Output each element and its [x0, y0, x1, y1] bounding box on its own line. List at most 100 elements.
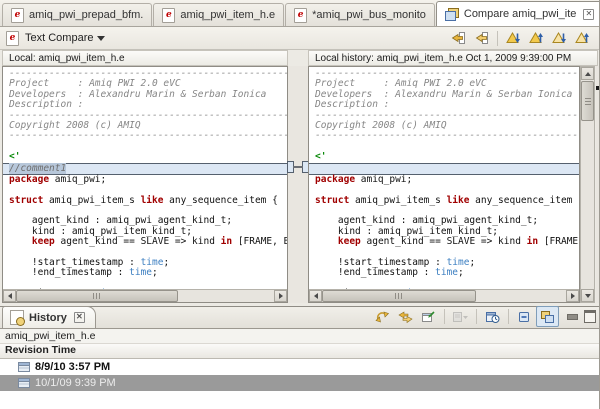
editor-tab-compare-active[interactable]: Compare amiq_pwi_ite ✕ [435, 1, 599, 26]
diff-connector-strip [287, 66, 309, 303]
chevron-down-icon[interactable] [97, 36, 106, 45]
code-line: <' [9, 151, 21, 163]
right-horizontal-scrollbar[interactable] [309, 289, 579, 302]
revision-time: 8/9/10 3:57 PM [35, 361, 111, 373]
date-format-icon [486, 311, 500, 323]
maximize-icon[interactable] [584, 310, 596, 323]
collapse-all-button[interactable] [513, 306, 536, 327]
code-line: ----------------------------------------… [9, 130, 287, 142]
previous-difference-icon [529, 32, 543, 43]
editor-tab-label: amiq_pwi_prepad_bfm. [29, 9, 144, 21]
code-line: !end_timestamp : time; [9, 267, 158, 279]
compare-toolbar-buttons [447, 28, 594, 49]
minimize-icon[interactable] [567, 313, 578, 320]
history-row[interactable]: 8/9/10 3:57 PM [0, 359, 599, 375]
code-line: keep agent_kind == SLAVE => kind in [FRA… [337, 236, 579, 248]
copy-current-right-to-left-icon [475, 32, 488, 44]
scrollbar-thumb[interactable] [322, 290, 476, 302]
toolbar-separator [497, 30, 498, 46]
scroll-up-icon[interactable] [581, 67, 594, 80]
toolbar-separator [508, 309, 509, 324]
editor-tab-bar: e amiq_pwi_prepad_bfm. e amiq_pwi_item_h… [0, 0, 599, 27]
right-pane-header: Local history: amiq_pwi_item_h.e Oct 1, … [308, 50, 598, 66]
editor-tab-label: *amiq_pwi_bus_monito [312, 9, 426, 21]
e-file-icon: e [11, 7, 24, 23]
copy-all-right-to-left-icon [451, 32, 465, 44]
eclipse-window: e amiq_pwi_prepad_bfm. e amiq_pwi_item_h… [0, 0, 600, 409]
scrollbar-thumb[interactable] [16, 290, 178, 302]
history-rows: 8/9/10 3:57 PM 10/1/09 9:39 PM [0, 359, 599, 391]
left-horizontal-scrollbar[interactable] [3, 289, 287, 302]
editor-tab-bus-monitor[interactable]: e *amiq_pwi_bus_monito [285, 3, 435, 26]
right-pane-code[interactable]: ----------------------------------------… [309, 67, 579, 290]
history-view-icon [10, 310, 25, 326]
history-tab-bar: History ✕ [0, 306, 599, 329]
history-tab[interactable]: History ✕ [2, 306, 96, 328]
compare-mode-icon [541, 310, 554, 323]
right-compare-pane[interactable]: ----------------------------------------… [308, 66, 580, 303]
previous-difference-button[interactable] [525, 28, 548, 49]
revision-icon [18, 378, 30, 388]
diff-overview-mark[interactable] [596, 86, 599, 90]
next-change-icon [552, 32, 566, 43]
code-line: !end_timestamp : time; [315, 267, 464, 279]
next-difference-icon [506, 32, 520, 43]
e-file-icon: e [162, 7, 176, 23]
scroll-down-icon[interactable] [581, 289, 594, 302]
code-line: package amiq_pwi; [9, 173, 107, 185]
next-difference-button[interactable] [502, 28, 525, 49]
previous-change-button[interactable] [571, 28, 594, 49]
revision-time-column-header[interactable]: Revision Time [0, 344, 599, 359]
previous-change-icon [575, 32, 589, 43]
compare-editor-icon [444, 7, 459, 21]
editor-tab-item-h[interactable]: e amiq_pwi_item_h.e [153, 3, 285, 26]
link-with-editor-button[interactable] [394, 306, 417, 327]
left-pane-code[interactable]: ----------------------------------------… [3, 67, 287, 290]
history-row[interactable]: 10/1/09 9:39 PM [0, 375, 599, 391]
copy-all-right-to-left-button[interactable] [447, 28, 470, 49]
scroll-left-icon[interactable] [309, 290, 322, 302]
close-view-icon[interactable]: ✕ [73, 312, 85, 323]
scroll-left-icon[interactable] [3, 290, 16, 302]
pin-view-icon [422, 310, 435, 322]
scroll-right-icon[interactable] [274, 290, 287, 302]
toolbar-separator [476, 309, 477, 324]
toolbar-separator [444, 309, 445, 324]
e-file-icon: e [294, 7, 308, 23]
compare-toolbar: e Text Compare [0, 27, 599, 50]
scroll-right-icon[interactable] [566, 290, 579, 302]
refresh-button[interactable] [371, 306, 394, 327]
collapse-all-icon [519, 311, 529, 322]
right-vertical-scrollbar[interactable] [580, 66, 595, 303]
scrollbar-thumb[interactable] [581, 81, 594, 121]
code-line: package amiq_pwi; [315, 173, 413, 185]
pin-view-button[interactable] [417, 306, 440, 327]
editor-tab-prepad-bfm[interactable]: e amiq_pwi_prepad_bfm. [2, 3, 153, 26]
revision-icon [18, 362, 30, 372]
close-tab-icon[interactable]: ✕ [583, 8, 595, 20]
diff-connector-line [293, 166, 303, 168]
code-line: keep agent_kind == SLAVE => kind in [FRA… [31, 236, 287, 248]
history-view: History ✕ amiq_pwi_item_h.e Revision Tim… [0, 306, 599, 409]
history-window-buttons [559, 310, 596, 323]
code-line: struct amiq_pwi_item_s like any_sequence… [9, 194, 278, 206]
left-compare-pane[interactable]: ----------------------------------------… [2, 66, 288, 303]
editor-tab-label: amiq_pwi_item_h.e [180, 9, 276, 21]
compare-mode-button[interactable] [536, 306, 559, 327]
revision-time: 10/1/09 9:39 PM [35, 377, 116, 389]
text-compare-label: Text Compare [25, 32, 94, 44]
code-line: ----------------------------------------… [315, 130, 579, 142]
code-line: struct amiq_pwi_item_s like any_sequence… [315, 194, 579, 206]
left-pane-header: Local: amiq_pwi_item_h.e [2, 50, 288, 66]
link-with-editor-icon [398, 310, 413, 323]
group-by-date-icon [453, 311, 468, 322]
code-line: <' [315, 151, 327, 163]
next-change-button[interactable] [548, 28, 571, 49]
history-toolbar [371, 306, 599, 328]
text-compare-doc-icon: e [6, 30, 19, 46]
diff-overview-ruler[interactable] [596, 66, 599, 303]
copy-current-right-to-left-button[interactable] [470, 28, 493, 49]
date-format-button[interactable] [481, 306, 504, 327]
group-by-date-button[interactable] [449, 306, 472, 327]
